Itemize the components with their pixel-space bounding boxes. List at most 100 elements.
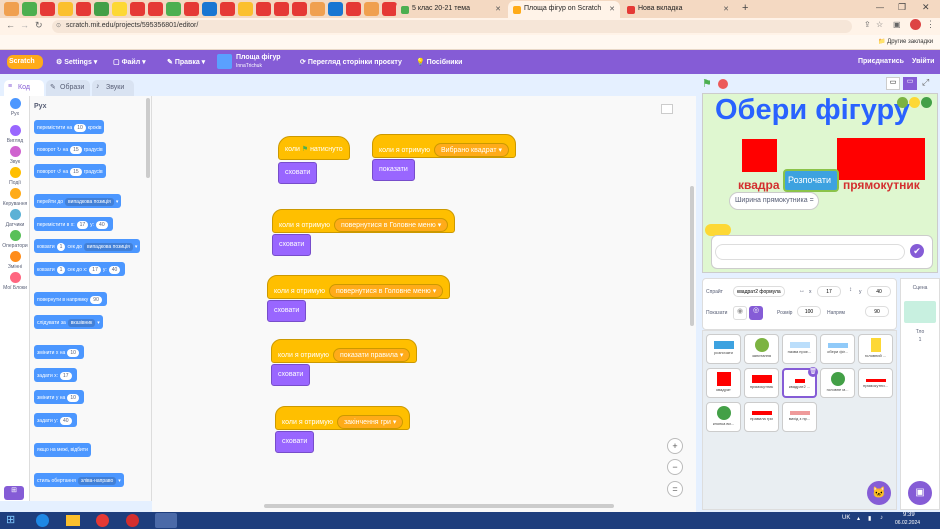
script-workspace[interactable]: коли ⚑ натиснуто сховати коли я отримую В… [152, 96, 696, 512]
add-backdrop-icon[interactable]: ▣ [908, 481, 932, 505]
share-icon[interactable]: ⇪ [864, 20, 871, 29]
pinned-tab[interactable] [76, 2, 91, 16]
pinned-tab[interactable] [130, 2, 145, 16]
sprite-tile[interactable]: квадрат [706, 368, 741, 398]
menu-icon[interactable]: ⋮ [926, 19, 935, 30]
new-tab-icon[interactable]: + [742, 2, 748, 14]
sprite-tile[interactable]: вихід з пр... [782, 402, 817, 432]
palette-block[interactable]: стиль обертання зліва-направо ▾ [34, 473, 124, 487]
forward-icon[interactable]: → [20, 20, 29, 30]
add-sprite-icon[interactable]: 🐱 [867, 481, 891, 505]
pinned-tab[interactable] [112, 2, 127, 16]
chrome-icon[interactable] [96, 514, 109, 527]
pinned-tab[interactable] [94, 2, 109, 16]
palette-block[interactable]: перемістити в x: 17 y: 40 [34, 217, 113, 231]
when-i-receive-block[interactable]: коли я отримую закінчення гри ▾ [275, 406, 411, 430]
sprite-tile[interactable]: кнопка ви... [706, 402, 741, 432]
tray-arrow-icon[interactable]: ▴ [857, 515, 860, 522]
hide-block[interactable]: сховати [267, 300, 307, 322]
pinned-tab[interactable] [382, 2, 397, 16]
category-operators[interactable]: Оператори [0, 230, 30, 249]
project-author[interactable]: InnaTrichuk [236, 63, 262, 69]
sprite-tile[interactable]: правила гри [744, 402, 779, 432]
when-i-receive-block[interactable]: коли я отримую Вибрано квадрат ▾ [372, 134, 517, 158]
sprite-tile[interactable]: прямокутни... [858, 368, 893, 398]
category-sensing[interactable]: Датчики [0, 209, 30, 228]
zoom-reset-icon[interactable]: = [667, 481, 683, 497]
category-variables[interactable]: Змінні [0, 251, 30, 270]
clock-date[interactable]: 06.02.2024 [895, 520, 920, 526]
tutorials-button[interactable]: 💡 Посібники [416, 58, 462, 66]
fullscreen-icon[interactable]: ⤢ [922, 77, 929, 88]
reload-icon[interactable]: ↻ [35, 20, 43, 31]
palette-block[interactable]: ковзати 1 сек до x: 17 y: 40 [34, 262, 126, 276]
small-stage-icon[interactable]: ▭ [886, 77, 900, 90]
hide-block[interactable]: сховати [271, 364, 311, 386]
profile-avatar[interactable] [910, 19, 921, 30]
pinned-tab[interactable] [22, 2, 37, 16]
close-icon[interactable]: ✕ [495, 5, 501, 13]
pinned-tab[interactable] [328, 2, 343, 16]
direction-input[interactable]: 90 [865, 306, 889, 317]
palette-block[interactable]: слідувати за вказівник ▾ [34, 315, 103, 329]
zoom-in-icon[interactable]: + [667, 438, 683, 454]
sprite-tile[interactable]: головний ... [858, 334, 893, 364]
square-shape[interactable] [742, 139, 777, 172]
pinned-tab[interactable] [220, 2, 235, 16]
pinned-tab[interactable] [292, 2, 307, 16]
other-bookmarks[interactable]: 📁 Другие закладки [878, 38, 933, 45]
edit-menu[interactable]: ✎ Правка ▾ [167, 58, 205, 66]
url-field[interactable]: ⊙ scratch.mit.edu/projects/595356801/edi… [52, 20, 852, 33]
clock-time[interactable]: 9:39 [903, 512, 915, 518]
ie-icon[interactable] [36, 514, 49, 527]
palette-block[interactable]: якщо на межі, відбити [34, 443, 91, 457]
workspace-horizontal-scrollbar[interactable] [264, 504, 614, 508]
tab-sounds[interactable]: ♪ Звуки [92, 80, 134, 96]
when-flag-clicked-block[interactable]: коли ⚑ натиснуто [278, 136, 350, 160]
pinned-tab[interactable] [202, 2, 217, 16]
zoom-out-icon[interactable]: − [667, 459, 683, 475]
size-input[interactable]: 100 [797, 306, 821, 317]
x-input[interactable]: 17 [817, 286, 841, 297]
browser-tab[interactable]: 5 клас 20-21 тема ✕ [396, 1, 506, 18]
green-flag-icon[interactable]: ⚑ [702, 77, 712, 90]
pinned-tab[interactable] [166, 2, 181, 16]
backdrop-thumbnail[interactable] [904, 301, 936, 323]
sprite-name-input[interactable]: квадрат2 формула [733, 286, 785, 297]
see-project-page-button[interactable]: ⟳ Перегляд сторінки проєкту [300, 58, 402, 66]
palette-block[interactable]: поворот ↻ на 15 градусів [34, 142, 106, 156]
settings-menu[interactable]: ⚙ Settings ▾ [56, 58, 97, 66]
tab-code[interactable]: ≡ Код [4, 80, 44, 96]
close-window-icon[interactable]: ✕ [922, 2, 930, 13]
category-events[interactable]: Події [0, 167, 30, 186]
sprite-tile[interactable]: запитання [744, 334, 779, 364]
when-i-receive-block[interactable]: коли я отримую повернутися в Головне меню… [272, 209, 456, 233]
palette-block[interactable]: перейти до випадкова позиція ▾ [34, 194, 122, 208]
workspace-vertical-scrollbar[interactable] [690, 186, 694, 326]
pinned-tab[interactable] [184, 2, 199, 16]
show-block[interactable]: показати [372, 159, 415, 181]
palette-block[interactable]: ковзати 1 сек до випадкова позиція ▾ [34, 239, 141, 253]
browser-tab[interactable]: Нова вкладка ✕ [622, 1, 734, 18]
tab-costumes[interactable]: ✎ Образи [46, 80, 90, 96]
palette-block[interactable]: задати y: 40 [34, 413, 77, 427]
sprite-tile[interactable]: прямокутник [744, 368, 779, 398]
answer-input[interactable] [715, 244, 905, 260]
hide-eye-icon[interactable]: ◎ [749, 306, 763, 320]
answer-box[interactable]: ✔ [711, 235, 933, 269]
stage-canvas[interactable]: Обери фігуру квадра прямокутник Розпочат… [702, 93, 938, 273]
back-icon[interactable]: ← [6, 20, 15, 30]
pinned-tab[interactable] [310, 2, 325, 16]
minimize-icon[interactable]: — [876, 3, 884, 12]
pinned-tab[interactable] [364, 2, 379, 16]
category-looks[interactable]: Вигляд [0, 125, 30, 144]
add-extension-button[interactable]: ⊞ [4, 486, 24, 500]
y-input[interactable]: 40 [867, 286, 891, 297]
palette-block[interactable]: змінити y на 10 [34, 390, 84, 404]
extension-icon[interactable]: ▣ [893, 20, 901, 29]
browser-tab-active[interactable]: Площа фігур on Scratch ✕ [508, 1, 620, 18]
category-sound[interactable]: Звук [0, 146, 30, 165]
project-title[interactable]: Площа фігур [236, 54, 281, 61]
pinned-tab[interactable] [346, 2, 361, 16]
when-i-receive-block[interactable]: коли я отримую показати правила ▾ [271, 339, 418, 363]
